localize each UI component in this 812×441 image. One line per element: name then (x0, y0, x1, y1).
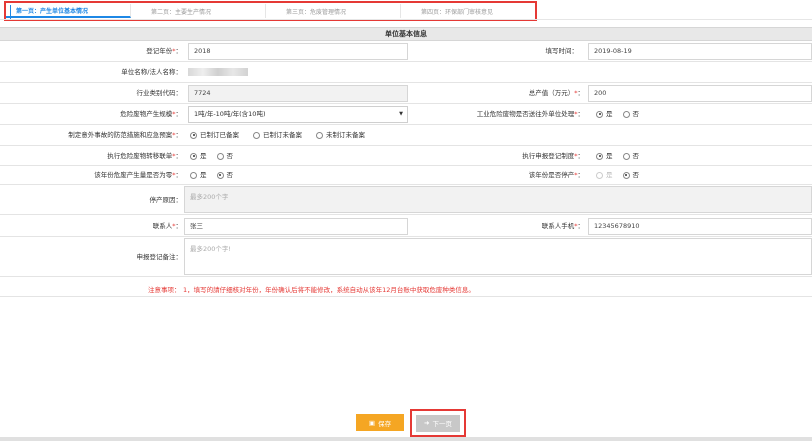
remark-textarea[interactable]: 最多200个字! (184, 238, 812, 275)
notice-label: 注意事项： (148, 286, 181, 294)
tab-review[interactable]: 第四页：环保部门审核意见 (401, 4, 535, 18)
small-qty-yes[interactable]: 是 (190, 166, 207, 184)
transfer-label: 执行危险废物转移联单*： (107, 152, 182, 160)
radio-checked-icon (596, 110, 603, 118)
form-row-remark: 申报登记备注： 最多200个字! (0, 237, 812, 277)
emergency-opt-filed[interactable]: 已制订已备案 (190, 126, 239, 144)
radio-unchecked-icon (253, 131, 260, 139)
stop-reason-label: 停产原因： (149, 196, 183, 204)
declare-yes[interactable]: 是 (596, 147, 613, 165)
transfer-no[interactable]: 否 (216, 147, 233, 165)
form-row-emergency: 制定意外事故的防范措施和应急预案*： 已制订已备案 已制订未备案 未制订未备案 (0, 126, 812, 146)
declare-label: 执行申报登记制度*： (522, 152, 584, 160)
radio-unchecked-icon (316, 131, 323, 139)
radio-checked-icon (622, 171, 630, 179)
reg-year-label: 登记年份*： (146, 47, 182, 55)
industrial-ext-radios: 是 否 (596, 105, 639, 123)
declare-radios: 是 否 (596, 147, 639, 165)
total-output-input[interactable]: 200 (588, 85, 812, 102)
form-row-transfer: 执行危险废物转移联单*： 是 否 执行申报登记制度*： 是 否 (0, 147, 812, 166)
contact-input[interactable]: 张三 (184, 218, 408, 235)
emergency-opt-none[interactable]: 未制订未备案 (316, 126, 365, 144)
form-row-year: 登记年份*： 2018 填写时间： 2019-08-19 (0, 42, 812, 62)
phone-label: 联系人手机*： (541, 222, 584, 230)
stop-prod-label: 该年份是否停产*： (528, 171, 584, 179)
hazard-scale-label: 危险废物产生规模*： (120, 110, 182, 118)
notice-divider (0, 296, 812, 297)
small-qty-label: 该年份危废产生量是否为零*： (94, 171, 182, 179)
industry-code-label: 行业类别代码： (136, 89, 183, 97)
emergency-plan-label: 制定意外事故的防范措施和应急预案*： (68, 131, 182, 139)
next-button-highlight: ➜ 下一页 (410, 409, 466, 437)
small-qty-radios: 是 否 (190, 166, 233, 184)
unit-name-value-redacted (188, 68, 248, 76)
arrow-right-icon: ➜ (424, 419, 430, 427)
emergency-plan-radios: 已制订已备案 已制订未备案 未制订未备案 (190, 126, 365, 144)
stop-prod-yes[interactable]: 是 (596, 166, 613, 184)
radio-checked-icon (190, 131, 197, 139)
industrial-ext-yes[interactable]: 是 (596, 105, 613, 123)
tab-waste-management[interactable]: 第三页：危废管理情况 (266, 4, 401, 18)
phone-input[interactable]: 12345678910 (588, 218, 812, 235)
industry-code-input[interactable]: 7724 (188, 85, 408, 102)
form-row-contact: 联系人*： 张三 联系人手机*： 12345678910 (0, 216, 812, 237)
radio-checked-icon (596, 152, 603, 160)
tab-production[interactable]: 第二页：主要生产情况 (131, 4, 266, 18)
form-row-unit: 单位名称/法人名称： (0, 63, 812, 83)
radio-unchecked-icon (596, 171, 603, 179)
tab-indicator (10, 5, 11, 19)
remark-label: 申报登记备注： (136, 253, 183, 261)
total-output-label: 总产值（万元）*： (528, 89, 584, 97)
transfer-radios: 是 否 (190, 147, 233, 165)
form-row-small: 该年份危废产生量是否为零*： 是 否 该年份是否停产*： 是 否 (0, 166, 812, 185)
radio-unchecked-icon (216, 152, 224, 160)
reg-year-input[interactable]: 2018 (188, 43, 408, 60)
form-row-hazard: 危险废物产生规模*： 1吨/年-10吨/年(含10吨) ▼ 工业危险废物是否送往外… (0, 105, 812, 125)
save-icon: ▣ (368, 418, 376, 427)
tab-divider (0, 19, 812, 20)
stop-prod-no[interactable]: 否 (622, 166, 639, 184)
contact-label: 联系人*： (152, 222, 182, 230)
radio-unchecked-icon (622, 152, 630, 160)
industrial-ext-label: 工业危险废物是否送往外单位处理*： (476, 110, 584, 118)
stop-prod-radios: 是 否 (596, 166, 639, 184)
section-title: 单位基本信息 (0, 27, 812, 41)
radio-unchecked-icon (622, 110, 630, 118)
stop-reason-textarea[interactable]: 最多200个字 (184, 186, 812, 213)
radio-checked-icon (190, 152, 197, 160)
tab-basic-info[interactable]: 第一页：产生单位基本情况 (6, 4, 131, 18)
declare-no[interactable]: 否 (622, 147, 639, 165)
chevron-down-icon: ▼ (399, 111, 403, 117)
hazard-scale-select[interactable]: 1吨/年-10吨/年(含10吨) ▼ (188, 106, 408, 123)
radio-unchecked-icon (190, 171, 197, 179)
industrial-ext-no[interactable]: 否 (622, 105, 639, 123)
small-qty-no[interactable]: 否 (216, 166, 233, 184)
pagination-bar (0, 437, 812, 441)
save-button[interactable]: ▣ 保存 (356, 414, 404, 431)
unit-name-label: 单位名称/法人名称： (121, 68, 182, 76)
form-row-stop-reason: 停产原因： 最多200个字 (0, 185, 812, 215)
emergency-opt-unfiled[interactable]: 已制订未备案 (253, 126, 302, 144)
tab-bar: 第一页：产生单位基本情况 第二页：主要生产情况 第三页：危废管理情况 第四页：环… (4, 1, 537, 21)
fill-time-label: 填写时间： (545, 47, 579, 55)
notice-text: 1，填写的請仔细核对年份，年份确认后将不能修改，系统自动从该年12月台账中获取危… (183, 286, 475, 294)
radio-checked-icon (216, 171, 224, 179)
fill-time-input[interactable]: 2019-08-19 (588, 43, 812, 60)
form-row-industry: 行业类别代码： 7724 总产值（万元）*： 200 (0, 84, 812, 104)
next-page-button[interactable]: ➜ 下一页 (416, 414, 460, 432)
transfer-yes[interactable]: 是 (190, 147, 207, 165)
